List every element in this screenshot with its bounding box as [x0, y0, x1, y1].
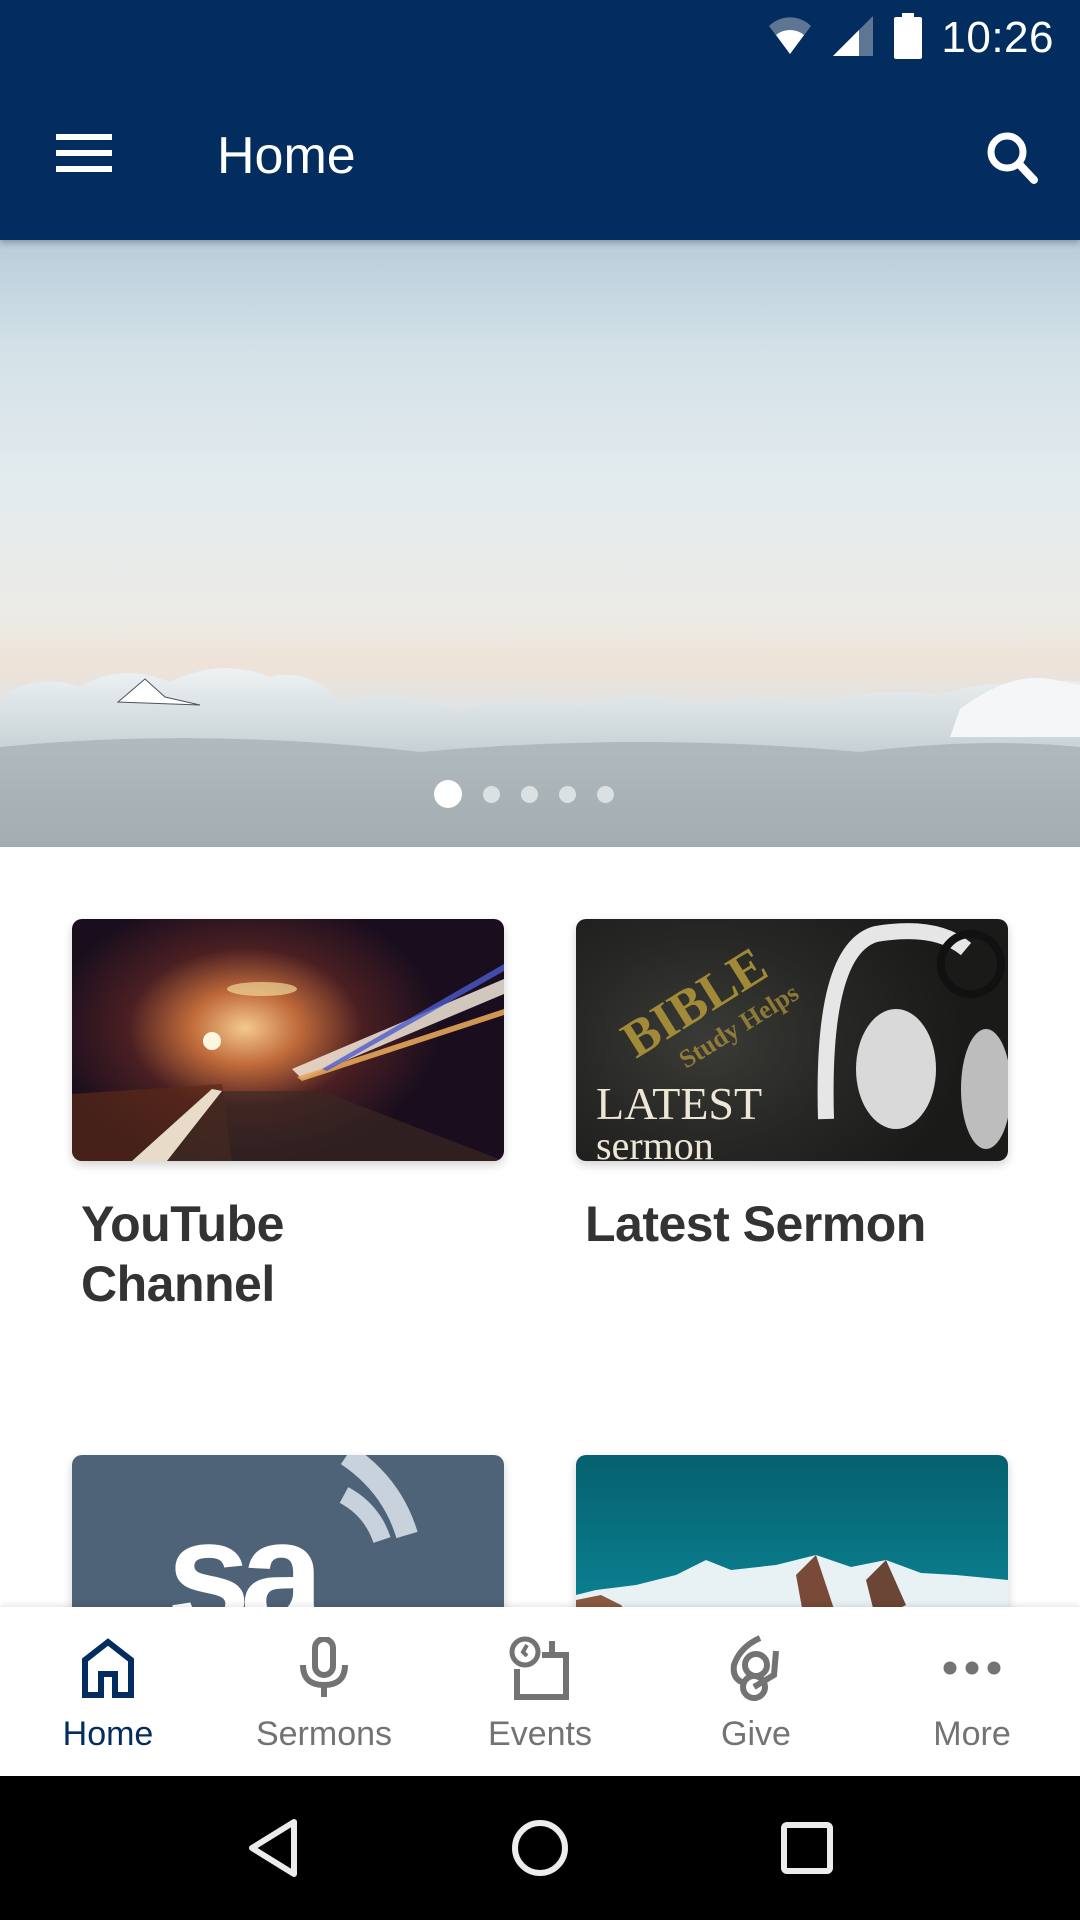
carousel-dot-4[interactable]	[559, 785, 576, 803]
card-title: YouTube Channel	[81, 1196, 284, 1312]
status-time: 10:26	[941, 13, 1054, 62]
calendar-clock-icon	[505, 1633, 575, 1703]
nav-label: Sermons	[255, 1715, 393, 1753]
system-navigation-bar	[0, 1776, 1080, 1920]
home-icon	[73, 1633, 143, 1703]
nav-item-home[interactable]: Home	[0, 1607, 216, 1776]
carousel-dot-3[interactable]	[521, 785, 538, 803]
nav-item-more[interactable]: More	[864, 1607, 1080, 1776]
nav-label: Give	[721, 1715, 791, 1753]
svg-text:LATEST: LATEST	[596, 1078, 762, 1129]
give-hand-icon	[721, 1633, 791, 1703]
nav-item-give[interactable]: Give	[648, 1607, 864, 1776]
recents-icon[interactable]	[767, 1808, 847, 1888]
nav-label: More	[933, 1715, 1011, 1753]
nav-label: Events	[488, 1715, 592, 1753]
status-bar: 10:26	[0, 0, 1080, 75]
carousel-dot-5[interactable]	[597, 785, 614, 803]
carousel-dot-1[interactable]	[434, 780, 462, 808]
carousel-indicator	[0, 780, 1080, 808]
latest-sermon-image: BIBLE Study Helps LATEST sermon	[576, 919, 1008, 1161]
nav-item-events[interactable]: Events	[432, 1607, 648, 1776]
microphone-icon	[289, 1633, 359, 1703]
youtube-channel-image	[72, 919, 504, 1161]
toolbar: Home	[0, 75, 1080, 240]
card-youtube-channel[interactable]: YouTube Channel	[72, 919, 504, 1314]
home-circle-icon[interactable]	[500, 1808, 580, 1888]
hamburger-menu-icon[interactable]	[40, 117, 128, 189]
card-title: Latest Sermon	[585, 1196, 926, 1252]
bottom-navigation: Home Sermons Events Give More	[0, 1607, 1080, 1776]
hero-carousel[interactable]	[0, 240, 1080, 847]
cell-signal-icon	[831, 14, 875, 63]
svg-text:sermon: sermon	[596, 1123, 714, 1161]
battery-icon	[893, 12, 923, 64]
wifi-icon	[767, 16, 813, 61]
carousel-dot-2[interactable]	[483, 785, 500, 803]
nav-item-sermons[interactable]: Sermons	[216, 1607, 432, 1776]
hero-clouds-image	[0, 668, 1080, 847]
search-icon[interactable]	[972, 117, 1052, 197]
page-title: Home	[217, 127, 356, 185]
app-bar: 10:26 Home	[0, 0, 1080, 240]
card-latest-sermon[interactable]: BIBLE Study Helps LATEST sermon Latest S…	[576, 919, 1008, 1254]
back-icon[interactable]	[233, 1808, 313, 1888]
more-dots-icon	[937, 1633, 1007, 1703]
nav-label: Home	[62, 1715, 154, 1753]
